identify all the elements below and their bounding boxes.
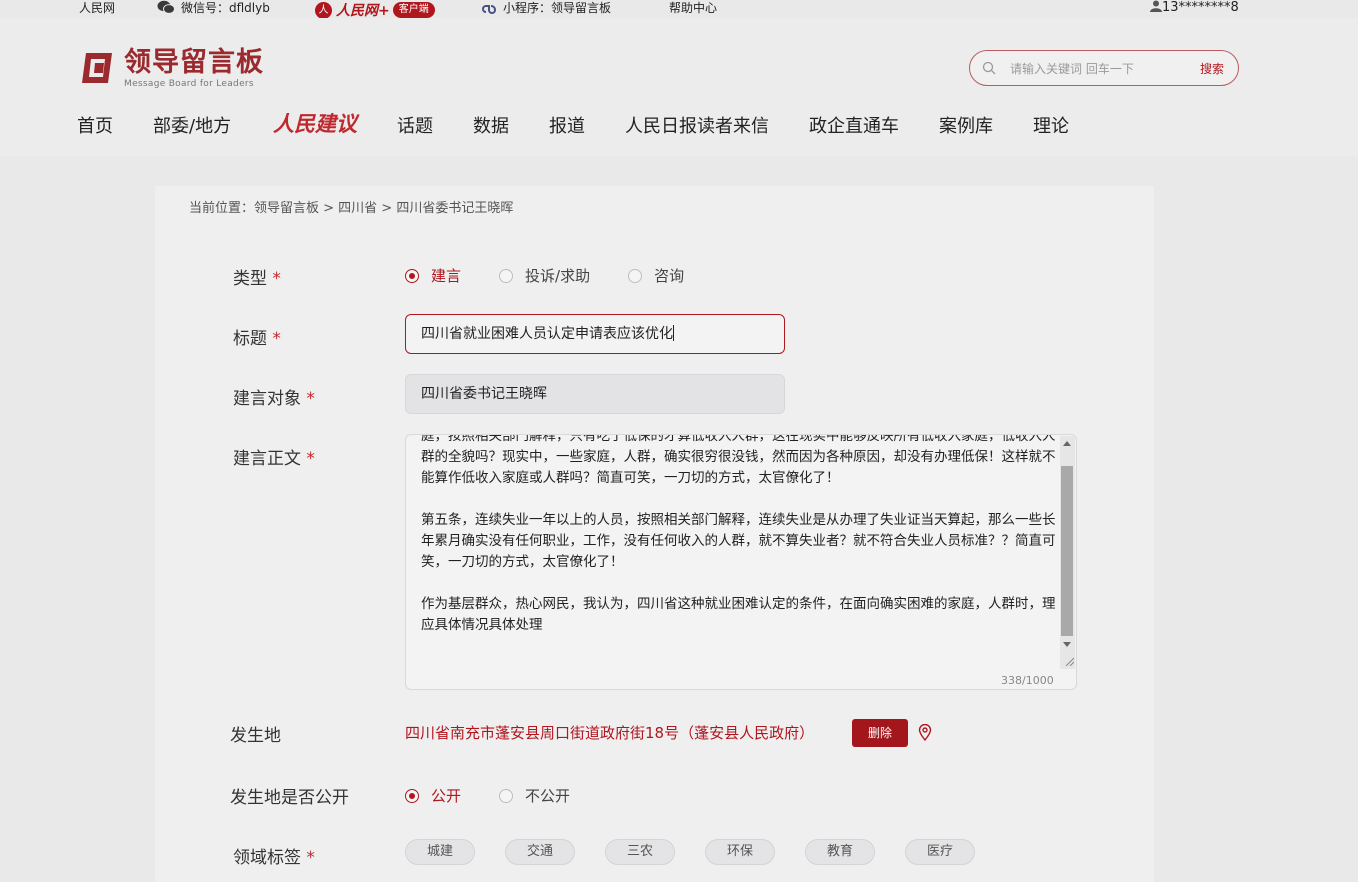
domain-tag-education[interactable]: 教育	[805, 839, 875, 865]
breadcrumb: 当前位置：领导留言板 > 四川省 > 四川省委书记王晓晖	[189, 201, 514, 216]
target-field: 四川省委书记王晓晖	[405, 374, 785, 414]
help-center-link[interactable]: 帮助中心	[669, 0, 717, 16]
mini-program-text: 小程序：领导留言板	[503, 1, 612, 15]
radio-dot[interactable]	[405, 788, 419, 803]
user-account[interactable]: 13********8	[1150, 0, 1239, 16]
public-option-label: 公开	[431, 787, 462, 805]
required-mark: *	[306, 389, 315, 409]
required-mark: *	[272, 329, 281, 349]
nav-item-data[interactable]: 数据	[473, 114, 509, 140]
top-utility-bar: 人民网 微信号：dfldlyb 人 人民网+ 客户端 小程序：领导留言板 帮助中…	[0, 0, 1358, 20]
resize-handle-icon[interactable]	[1064, 656, 1074, 666]
public-option-yes[interactable]: 公开	[405, 785, 461, 806]
nav-item-theory[interactable]: 理论	[1033, 114, 1069, 140]
domain-label-text: 领域标签	[233, 848, 301, 868]
radio-dot[interactable]	[628, 268, 643, 283]
text-caret	[673, 325, 674, 341]
required-mark: *	[272, 269, 281, 289]
public-label: 发生地是否公开	[230, 788, 349, 808]
radio-dot[interactable]	[405, 268, 419, 283]
search-icon	[982, 61, 996, 75]
type-option-suggestion[interactable]: 建言	[405, 265, 461, 286]
body-paragraph: 第五条，连续失业一年以上的人员，按照相关部门解释，连续失业是从办理了失业证当天算…	[421, 512, 1056, 570]
radio-dot[interactable]	[499, 268, 514, 283]
type-option-label: 投诉/求助	[525, 267, 591, 285]
body-scrollbar[interactable]	[1060, 436, 1075, 669]
body-text: 庭，按照相关部门解释，只有吃了低保的才算低收入人群，这在现实中能够反映所有低收入…	[421, 434, 1057, 657]
wechat-id-text: 微信号：dfldlyb	[181, 1, 270, 15]
scroll-up-arrow-icon[interactable]	[1063, 441, 1071, 446]
type-option-complaint[interactable]: 投诉/求助	[499, 265, 590, 286]
public-option-label: 不公开	[525, 787, 571, 805]
body-label-text: 建言正文	[233, 449, 301, 469]
people-client-name: 人民网+	[336, 3, 390, 19]
place-label: 发生地	[230, 726, 281, 746]
domain-tag-list: 城建 交通 三农 环保 教育 医疗	[405, 839, 1005, 865]
site-header: 领导留言板 Message Board for Leaders 请输入关键词 回…	[0, 18, 1358, 156]
required-mark: *	[306, 848, 315, 868]
title-label: 标题 *	[233, 324, 281, 349]
type-option-label: 建言	[431, 267, 462, 285]
place-value: 四川省南充市蓬安县周口街道政府街18号（蓬安县人民政府）	[405, 724, 815, 742]
public-option-no[interactable]: 不公开	[499, 785, 570, 806]
type-label: 类型 *	[233, 264, 281, 289]
domain-tag-agriculture[interactable]: 三农	[605, 839, 675, 865]
message-board-logo-icon	[82, 53, 112, 83]
site-logo[interactable]: 领导留言板 Message Board for Leaders	[78, 46, 264, 89]
body-label: 建言正文 *	[233, 444, 315, 469]
domain-label: 领域标签 *	[233, 843, 315, 868]
domain-tag-medical[interactable]: 医疗	[905, 839, 975, 865]
nav-item-people-suggestions[interactable]: 人民建议	[273, 111, 357, 137]
nav-item-topics[interactable]: 话题	[397, 114, 433, 140]
type-option-consult[interactable]: 咨询	[628, 265, 684, 286]
search-box[interactable]: 请输入关键词 回车一下 搜索	[969, 50, 1239, 86]
nav-item-ministries[interactable]: 部委/地方	[153, 114, 231, 140]
people-client-logo[interactable]: 人 人民网+ 客户端	[315, 0, 435, 20]
people-client-mark-icon: 人	[315, 1, 332, 19]
nav-item-enterprise[interactable]: 政企直通车	[809, 114, 899, 140]
title-input-value: 四川省就业困难人员认定申请表应该优化	[421, 326, 673, 342]
type-option-label: 咨询	[654, 267, 685, 285]
body-paragraph: 作为基层群众，热心网民，我认为，四川省这种就业困难认定的条件，在面向确实困难的家…	[421, 596, 1056, 633]
site-name: 领导留言板	[124, 46, 264, 78]
body-textarea[interactable]: 庭，按照相关部门解释，只有吃了低保的才算低收入人群，这在现实中能够反映所有低收入…	[405, 434, 1077, 690]
wechat-icon	[157, 0, 175, 14]
search-input[interactable]: 请输入关键词 回车一下	[1010, 60, 1134, 77]
nav-item-reader-letters[interactable]: 人民日报读者来信	[625, 114, 769, 140]
mini-program-info[interactable]: 小程序：领导留言板	[481, 0, 611, 16]
user-icon	[1150, 0, 1162, 12]
nav-item-home[interactable]: 首页	[77, 114, 113, 140]
target-label-text: 建言对象	[233, 389, 301, 409]
location-pin-icon[interactable]	[918, 724, 932, 741]
nav-item-reports[interactable]: 报道	[549, 114, 585, 140]
domain-tag-environment[interactable]: 环保	[705, 839, 775, 865]
domain-tag-urban[interactable]: 城建	[405, 839, 475, 865]
user-phone: 13********8	[1162, 0, 1239, 15]
site-name-english: Message Board for Leaders	[124, 78, 254, 89]
target-label: 建言对象 *	[233, 384, 315, 409]
wechat-info[interactable]: 微信号：dfldlyb	[157, 0, 270, 16]
radio-dot[interactable]	[499, 788, 514, 803]
scroll-thumb[interactable]	[1061, 466, 1073, 636]
nav-item-case-library[interactable]: 案例库	[939, 114, 993, 140]
people-net-link[interactable]: 人民网	[79, 0, 115, 16]
body-paragraph: 庭，按照相关部门解释，只有吃了低保的才算低收入人群，这在现实中能够反映所有低收入…	[421, 434, 1056, 486]
type-label-text: 类型	[233, 269, 267, 289]
type-radio-group: 建言 投诉/求助 咨询	[405, 265, 722, 286]
public-radio-group: 公开 不公开	[405, 785, 608, 806]
client-pill: 客户端	[392, 2, 435, 18]
title-input[interactable]: 四川省就业困难人员认定申请表应该优化	[405, 314, 785, 354]
required-mark: *	[306, 449, 315, 469]
main-nav: 首页 部委/地方 人民建议 话题 数据 报道 人民日报读者来信 政企直通车 案例…	[0, 111, 1358, 144]
scroll-down-arrow-icon[interactable]	[1063, 642, 1071, 647]
search-button[interactable]: 搜索	[1200, 60, 1224, 77]
domain-tag-traffic[interactable]: 交通	[505, 839, 575, 865]
char-counter: 338/1000	[1001, 674, 1054, 687]
title-label-text: 标题	[233, 329, 267, 349]
mini-program-icon	[482, 5, 497, 14]
delete-place-button[interactable]: 删除	[852, 719, 908, 747]
